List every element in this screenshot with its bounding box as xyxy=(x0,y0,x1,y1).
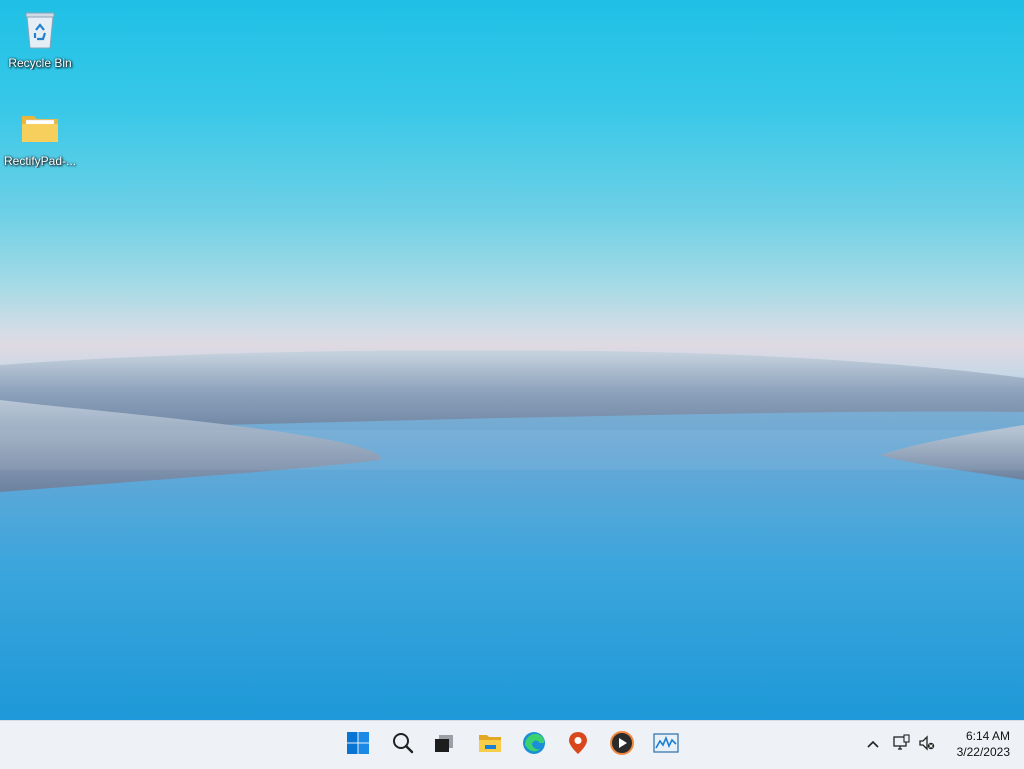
desktop[interactable]: Recycle Bin RectifyPad-... xyxy=(0,0,1024,720)
desktop-icon-label: Recycle Bin xyxy=(8,56,72,70)
desktop-icon-label: RectifyPad-... xyxy=(3,154,77,168)
play-icon xyxy=(609,730,635,761)
network-button[interactable] xyxy=(888,731,914,759)
task-view-icon xyxy=(432,731,456,760)
desktop-icon-rectifypad[interactable]: RectifyPad-... xyxy=(0,106,80,168)
desktop-icon-recycle-bin[interactable]: Recycle Bin xyxy=(0,8,80,70)
clock-time: 6:14 AM xyxy=(965,729,1010,743)
chart-icon xyxy=(653,731,679,760)
recycle-bin-icon xyxy=(18,8,62,52)
edge-icon xyxy=(521,730,547,761)
search-button[interactable] xyxy=(385,727,421,763)
network-icon xyxy=(892,733,910,757)
maps-button[interactable] xyxy=(560,727,596,763)
taskbar: 6:14 AM 3/22/2023 xyxy=(0,720,1024,769)
folder-icon xyxy=(477,731,503,760)
start-button[interactable] xyxy=(340,727,376,763)
clock[interactable]: 6:14 AM 3/22/2023 xyxy=(940,728,1010,760)
file-explorer-button[interactable] xyxy=(472,727,508,763)
map-pin-icon xyxy=(566,730,590,761)
show-hidden-icons-button[interactable] xyxy=(860,731,886,759)
chevron-up-icon xyxy=(866,736,880,754)
edge-button[interactable] xyxy=(516,727,552,763)
volume-button[interactable] xyxy=(914,731,940,759)
wallpaper xyxy=(0,350,1024,720)
windows-logo-icon xyxy=(346,731,370,760)
folder-icon xyxy=(18,106,62,150)
media-player-button[interactable] xyxy=(604,727,640,763)
performance-monitor-button[interactable] xyxy=(648,727,684,763)
search-icon xyxy=(391,731,415,760)
clock-date: 3/22/2023 xyxy=(956,745,1010,759)
volume-muted-icon xyxy=(918,734,936,757)
task-view-button[interactable] xyxy=(426,727,462,763)
